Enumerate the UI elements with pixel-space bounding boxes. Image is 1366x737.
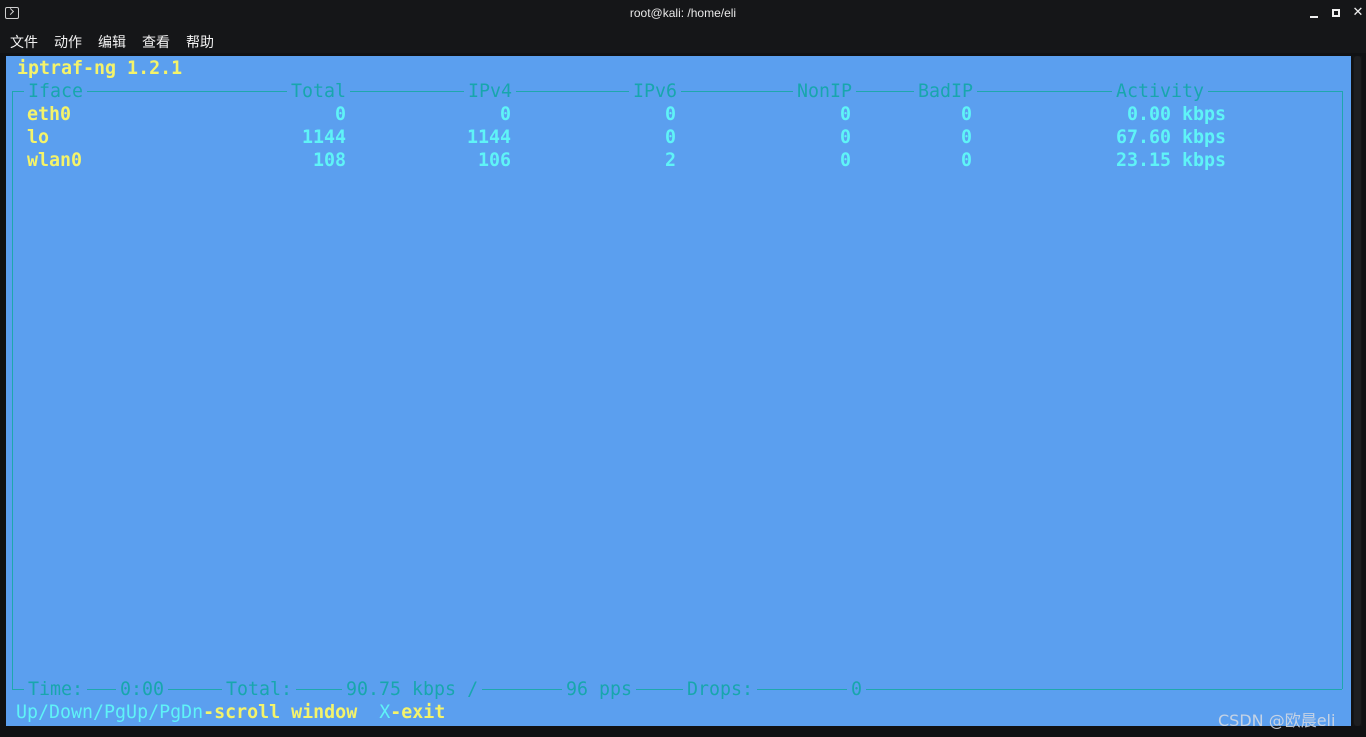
cell-ipv6: 0 — [664, 127, 676, 148]
status-total-label: Total: — [222, 680, 297, 700]
scroll-keys: Up/Down/PgUp/PgDn — [16, 702, 204, 723]
cell-total: 1144 — [301, 127, 346, 148]
cell-total: 0 — [334, 104, 346, 125]
cell-activity: 0.00 kbps — [1126, 104, 1226, 125]
col-header-iface: Iface — [24, 82, 88, 102]
col-header-badip: BadIP — [914, 82, 978, 102]
cell-ipv4: 106 — [477, 150, 511, 171]
scrollbar-thumb[interactable] — [1354, 56, 1361, 726]
program-title: iptraf-ng 1.2.1 — [17, 58, 183, 79]
menu-file[interactable]: 文件 — [10, 32, 38, 52]
col-header-ipv6: IPv6 — [629, 82, 682, 102]
maximize-icon[interactable] — [1328, 5, 1344, 21]
terminal-scrollbar[interactable] — [1353, 56, 1362, 726]
status-drops-label: Drops: — [683, 680, 758, 700]
iface-name: lo — [27, 127, 50, 148]
menu-action[interactable]: 动作 — [54, 32, 82, 52]
menu-edit[interactable]: 编辑 — [98, 32, 126, 52]
cell-ipv6: 0 — [664, 104, 676, 125]
scroll-desc: -scroll window — [203, 702, 358, 723]
status-total-pps: 96 pps — [562, 680, 637, 700]
col-header-ipv4: IPv4 — [464, 82, 517, 102]
close-icon[interactable]: ✕ — [1350, 5, 1366, 21]
cell-ipv4: 1144 — [466, 127, 511, 148]
menu-bar: 文件 动作 编辑 查看 帮助 — [0, 28, 1366, 53]
col-header-total: Total — [287, 82, 351, 102]
title-bar: root@kali: /home/eli ✕ — [0, 0, 1366, 28]
cell-total: 108 — [312, 150, 346, 171]
watermark: CSDN @欧晨eli — [1218, 711, 1336, 730]
iface-name: eth0 — [27, 104, 72, 125]
window-title: root@kali: /home/eli — [629, 6, 737, 20]
status-time-label: Time: — [24, 680, 88, 700]
status-total-kbps: 90.75 kbps / — [342, 680, 483, 700]
box-right-border — [1342, 91, 1343, 689]
exit-desc: -exit — [390, 702, 446, 723]
cell-activity: 23.15 kbps — [1115, 150, 1226, 171]
cell-badip: 0 — [960, 127, 972, 148]
terminal-area[interactable]: iptraf-ng 1.2.1 Iface Total IPv4 IPv6 No… — [6, 56, 1351, 726]
key-help: Up/Down/PgUp/PgDn-scroll window X-exit — [16, 703, 445, 723]
minimize-icon[interactable] — [1306, 5, 1322, 21]
box-left-border — [12, 91, 13, 689]
col-header-nonip: NonIP — [793, 82, 857, 102]
menu-view[interactable]: 查看 — [142, 32, 170, 52]
cell-activity: 67.60 kbps — [1115, 127, 1226, 148]
menu-help[interactable]: 帮助 — [186, 32, 214, 52]
cell-ipv6: 2 — [664, 150, 676, 171]
status-drops-value: 0 — [847, 680, 867, 700]
exit-key: X — [379, 702, 391, 723]
cell-ipv4: 0 — [499, 104, 511, 125]
col-header-activity: Activity — [1112, 82, 1209, 102]
cell-badip: 0 — [960, 104, 972, 125]
box-bottom-border — [12, 689, 1342, 690]
status-time-value: 0:00 — [116, 680, 169, 700]
cell-badip: 0 — [960, 150, 972, 171]
iface-name: wlan0 — [27, 150, 83, 171]
